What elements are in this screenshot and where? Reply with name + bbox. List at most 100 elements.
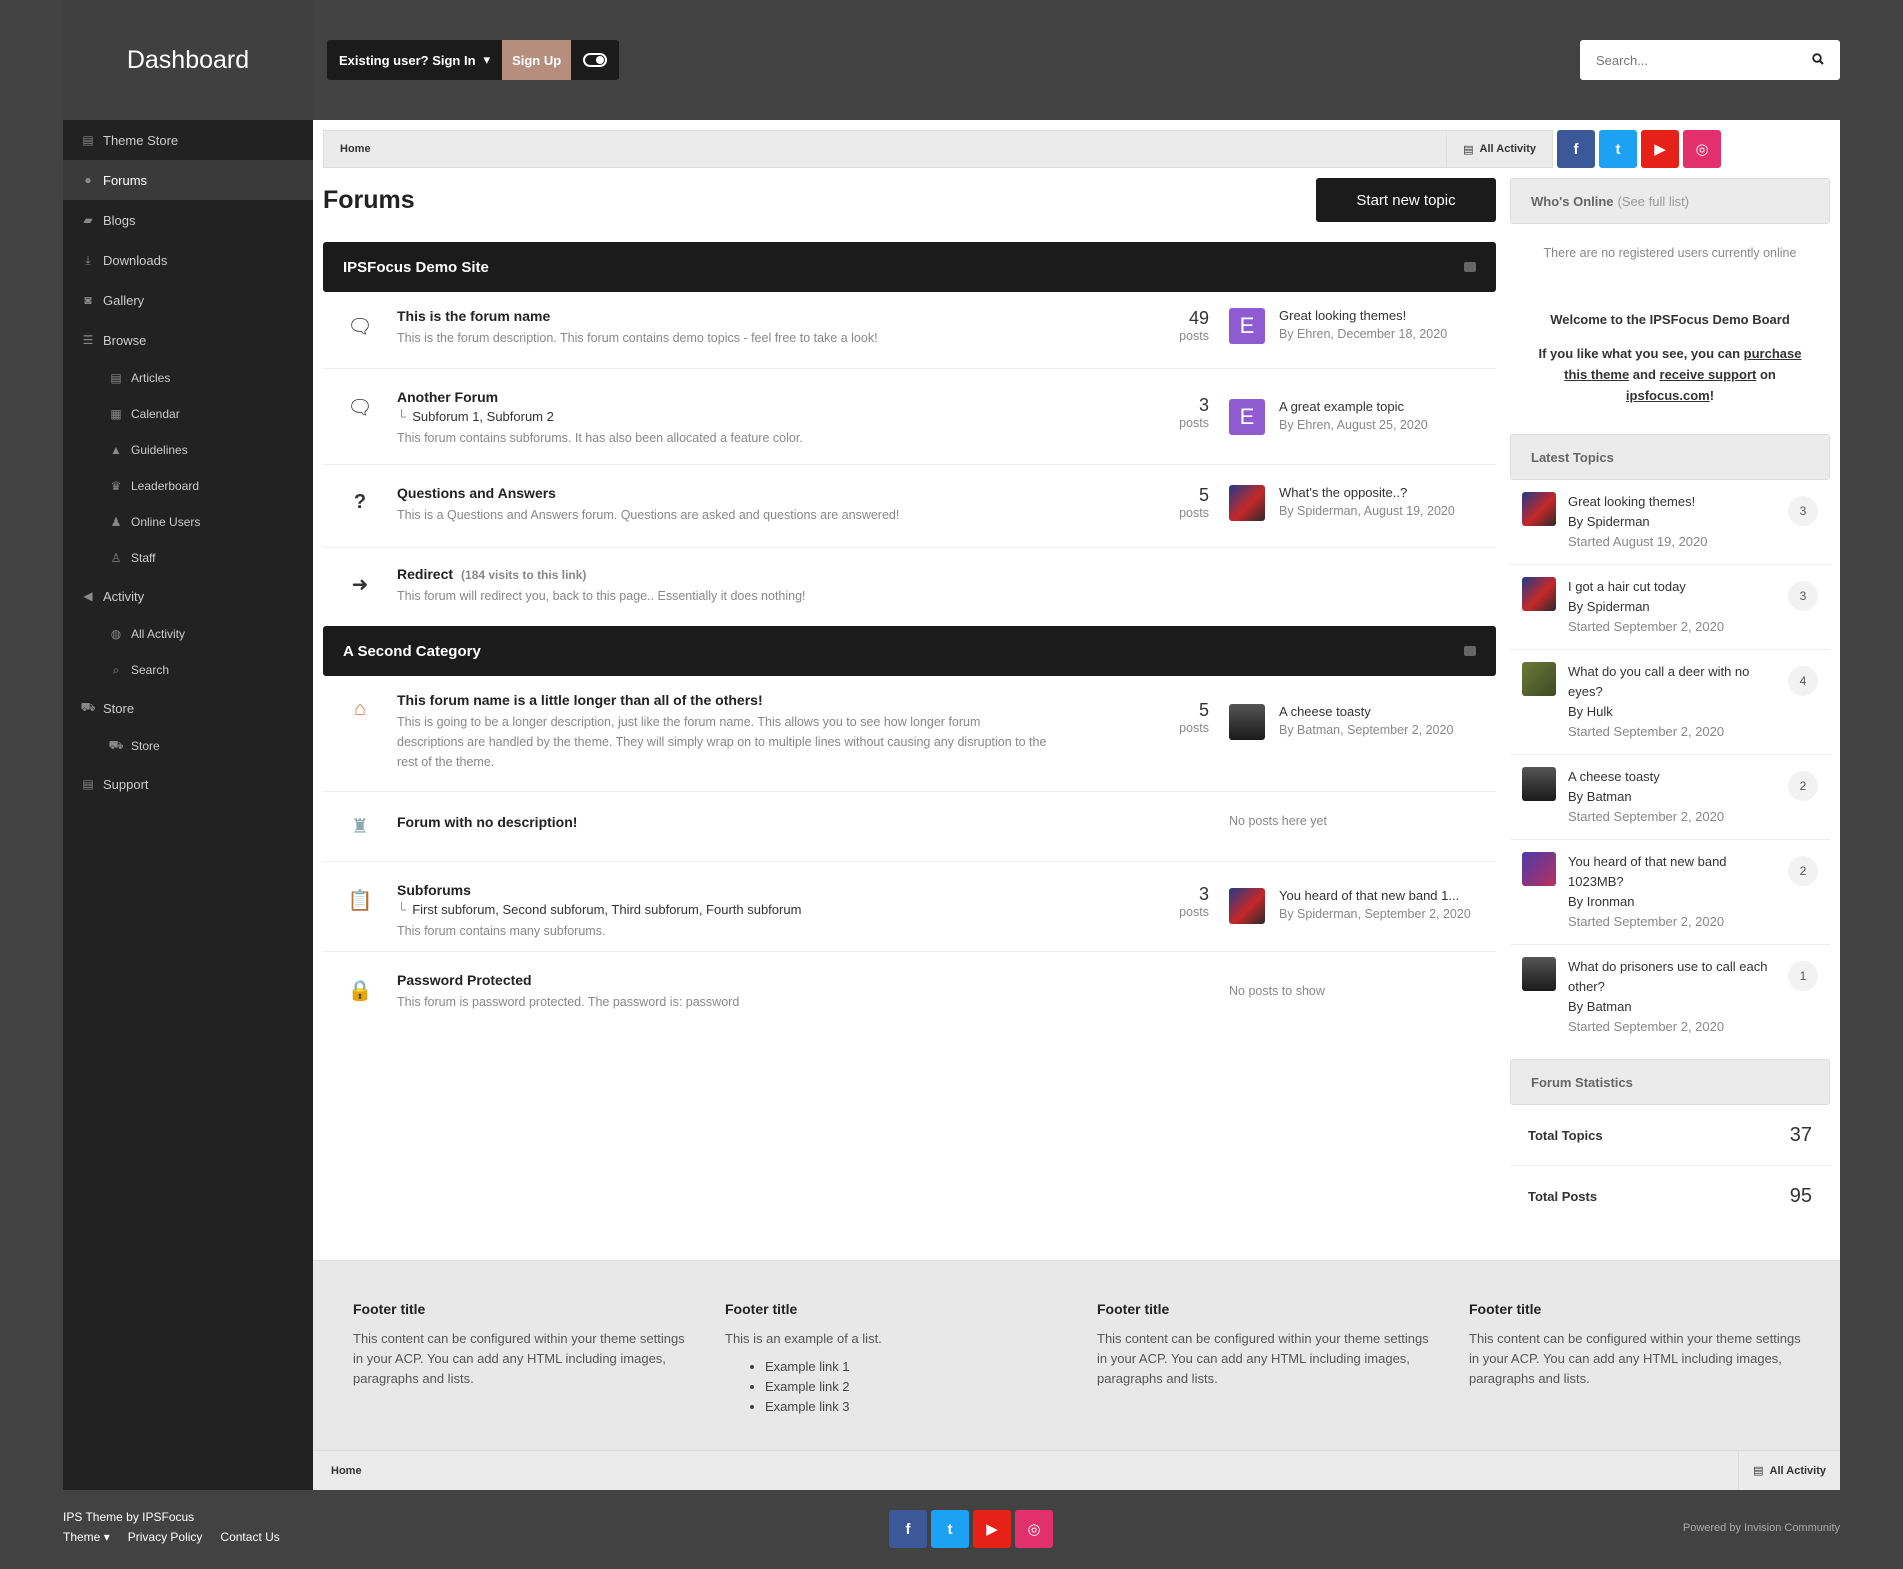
- instagram-icon[interactable]: ◎: [1683, 130, 1721, 168]
- forum-title[interactable]: This is the forum name: [397, 308, 1137, 324]
- last-post-title[interactable]: A great example topic: [1279, 399, 1428, 414]
- avatar[interactable]: [1229, 704, 1265, 740]
- subforum-links[interactable]: Subforum 1, Subforum 2: [412, 409, 554, 424]
- purchase-link[interactable]: purchase: [1744, 346, 1802, 361]
- theme-toggle[interactable]: [571, 40, 619, 80]
- breadcrumb-home[interactable]: Home: [313, 1465, 362, 1477]
- globe-icon: ◍: [110, 627, 122, 641]
- see-full-list-link[interactable]: (See full list): [1618, 194, 1690, 209]
- sidebar-subitem-leaderboard[interactable]: ♛ Leaderboard: [63, 468, 313, 504]
- sidebar-subitem-guidelines[interactable]: ▲ Guidelines: [63, 432, 313, 468]
- topic-title[interactable]: Great looking themes!: [1568, 492, 1773, 512]
- sidebar-subitem-search[interactable]: ⌕ Search: [63, 652, 313, 688]
- last-post-title[interactable]: You heard of that new band 1...: [1279, 888, 1471, 903]
- powered-by-link[interactable]: Powered by Invision Community: [1683, 1522, 1840, 1534]
- download-icon: ⤓: [85, 252, 91, 267]
- welcome-text-part: !: [1709, 388, 1715, 403]
- footer-link[interactable]: Example link 3: [765, 1397, 1060, 1417]
- forum-title[interactable]: Another Forum: [397, 389, 1137, 405]
- twitter-icon[interactable]: t: [1599, 130, 1637, 168]
- sidebar-item-label: Store: [131, 739, 160, 753]
- sidebar-subitem-articles[interactable]: ▤ Articles: [63, 360, 313, 396]
- all-activity-link[interactable]: ▤ All Activity: [1446, 131, 1552, 167]
- avatar[interactable]: [1229, 888, 1265, 924]
- avatar[interactable]: [1522, 957, 1556, 991]
- avatar[interactable]: [1522, 662, 1556, 696]
- youtube-icon[interactable]: ▶: [973, 1510, 1011, 1548]
- topic-title[interactable]: A cheese toasty: [1568, 767, 1773, 787]
- topic-title[interactable]: You heard of that new band 1023MB?: [1568, 852, 1773, 892]
- last-post-title[interactable]: What's the opposite..?: [1279, 485, 1455, 500]
- forum-title[interactable]: Subforums: [397, 882, 1137, 898]
- last-post-title[interactable]: A cheese toasty: [1279, 704, 1453, 719]
- avatar[interactable]: [1522, 852, 1556, 886]
- facebook-icon[interactable]: f: [889, 1510, 927, 1548]
- forum-title[interactable]: Redirect: [397, 566, 453, 582]
- sidebar-subitem-store[interactable]: ⛟ Store: [63, 728, 313, 764]
- sign-in-button[interactable]: Existing user? Sign In ▾: [327, 40, 502, 80]
- avatar[interactable]: [1229, 485, 1265, 521]
- sidebar-item-gallery[interactable]: ◙ Gallery: [63, 280, 313, 320]
- twitter-icon[interactable]: t: [931, 1510, 969, 1548]
- sidebar-item-browse[interactable]: ☰ Browse: [63, 320, 313, 360]
- forum-title[interactable]: Password Protected: [397, 972, 1137, 988]
- sidebar-item-label: Forums: [103, 172, 148, 188]
- topic-title[interactable]: What do you call a deer with no eyes?: [1568, 662, 1773, 702]
- facebook-icon[interactable]: f: [1557, 130, 1595, 168]
- start-new-topic-button[interactable]: Start new topic: [1316, 178, 1496, 222]
- avatar[interactable]: [1522, 492, 1556, 526]
- sign-up-button[interactable]: Sign Up: [502, 40, 572, 80]
- search-icon[interactable]: [1812, 52, 1824, 68]
- forum-title[interactable]: Questions and Answers: [397, 485, 1137, 501]
- sidebar-subitem-all-activity[interactable]: ◍ All Activity: [63, 616, 313, 652]
- search-input[interactable]: [1596, 52, 1796, 68]
- avatar[interactable]: [1522, 577, 1556, 611]
- breadcrumb-home[interactable]: Home: [324, 143, 371, 155]
- category-title[interactable]: A Second Category: [343, 643, 481, 660]
- page-title: Forums: [323, 186, 415, 214]
- privacy-policy-link[interactable]: Privacy Policy: [128, 1530, 203, 1544]
- house-icon: ⌂: [353, 698, 367, 720]
- forum-title[interactable]: This forum name is a little longer than …: [397, 692, 1137, 708]
- sidebar-item-label: Theme Store: [103, 132, 179, 148]
- subforum-links[interactable]: First subforum, Second subforum, Third s…: [412, 902, 801, 917]
- sidebar-subitem-staff[interactable]: ♙ Staff: [63, 540, 313, 576]
- welcome-block: Welcome to the IPSFocus Demo Board If yo…: [1510, 282, 1830, 434]
- breadcrumb: Home ▤ All Activity: [323, 130, 1553, 168]
- topic-title[interactable]: What do prisoners use to call each other…: [1568, 957, 1773, 997]
- sidebar-item-theme-store[interactable]: ▤ Theme Store: [63, 120, 313, 160]
- footer-link[interactable]: Example link 2: [765, 1377, 1060, 1397]
- youtube-icon[interactable]: ▶: [1641, 130, 1679, 168]
- sidebar-item-activity[interactable]: ◀ Activity: [63, 576, 313, 616]
- forum-title[interactable]: Forum with no description!: [397, 814, 1137, 830]
- this-theme-link[interactable]: this theme: [1564, 367, 1629, 382]
- topic-title[interactable]: I got a hair cut today: [1568, 577, 1773, 597]
- sidebar-item-forums[interactable]: ● Forums: [63, 160, 313, 200]
- userbar: Existing user? Sign In ▾ Sign Up: [327, 40, 620, 80]
- last-post-title[interactable]: Great looking themes!: [1279, 308, 1447, 323]
- sidebar-item-store[interactable]: ⛟ Store: [63, 688, 313, 728]
- collapse-icon[interactable]: [1464, 262, 1476, 272]
- collapse-icon[interactable]: [1464, 646, 1476, 656]
- sidebar-item-label: Articles: [131, 371, 171, 385]
- theme-selector[interactable]: Theme ▾: [63, 1530, 110, 1544]
- avatar[interactable]: E: [1229, 308, 1265, 344]
- ipsfocus-link[interactable]: ipsfocus.com: [1626, 388, 1710, 403]
- receive-support-link[interactable]: receive support: [1660, 367, 1757, 382]
- category-title[interactable]: IPSFocus Demo Site: [343, 259, 489, 276]
- instagram-icon[interactable]: ◎: [1015, 1510, 1053, 1548]
- sidebar-item-support[interactable]: ▤ Support: [63, 764, 313, 804]
- sidebar-item-blogs[interactable]: ▰ Blogs: [63, 200, 313, 240]
- sidebar-subitem-calendar[interactable]: ▦ Calendar: [63, 396, 313, 432]
- avatar[interactable]: E: [1229, 399, 1265, 435]
- contact-us-link[interactable]: Contact Us: [220, 1530, 279, 1544]
- sidebar-subitem-online-users[interactable]: ♟ Online Users: [63, 504, 313, 540]
- sidebar-item-downloads[interactable]: ⤓ Downloads: [63, 240, 313, 280]
- avatar[interactable]: [1522, 767, 1556, 801]
- brand-title[interactable]: Dashboard: [63, 0, 313, 120]
- forum-description: This forum contains many subforums.: [397, 924, 606, 938]
- footer-link[interactable]: Example link 1: [765, 1357, 1060, 1377]
- topic-item: You heard of that new band 1023MB? By Iro…: [1510, 840, 1830, 945]
- all-activity-link[interactable]: ▤ All Activity: [1738, 1451, 1840, 1490]
- lock-icon: 🔒: [347, 980, 373, 1002]
